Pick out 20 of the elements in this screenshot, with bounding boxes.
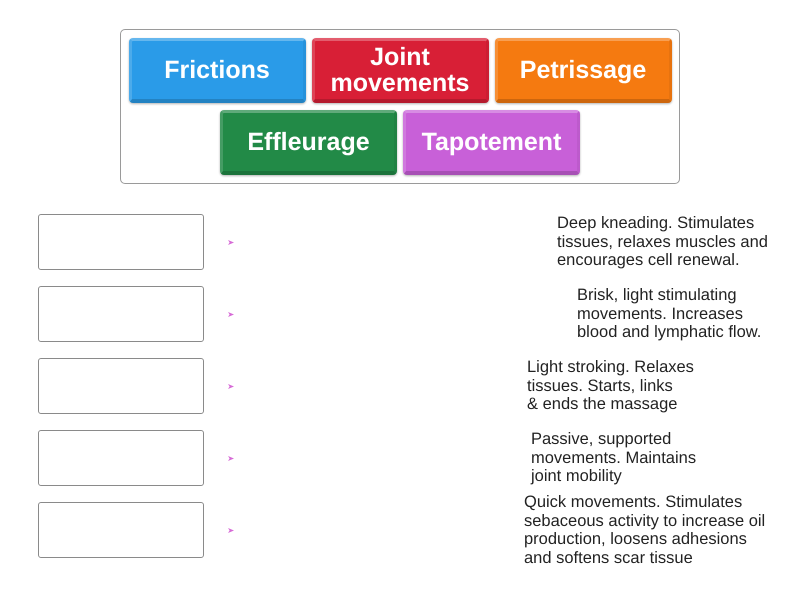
description-text: Quick movements. Stimulates sebaceous activity to increase oil production, loosens adhesions and softens scar tissue [524, 493, 766, 567]
description-text: Deep kneading. Stimulates tissues, relaxes muscles and encourages cell renewal. [557, 214, 768, 270]
answer-tile[interactable]: Petrissage [494, 38, 672, 103]
arrowhead-icon [228, 384, 234, 388]
arrowhead-icon [228, 312, 234, 316]
answer-box[interactable] [38, 286, 204, 342]
answer-box[interactable] [38, 214, 204, 270]
answer-tile[interactable]: Tapotement [403, 110, 580, 175]
answer-tile[interactable]: Joint movements [312, 38, 488, 103]
description-text: Passive, supported movements. Maintains joint mobility [531, 430, 696, 486]
answer-tile[interactable]: Effleurage [220, 110, 397, 175]
answer-box[interactable] [38, 358, 204, 414]
answer-box[interactable] [38, 430, 204, 486]
answer-tile[interactable]: Frictions [128, 38, 306, 103]
description-text: Brisk, light stimulating movements. Increases blood and lymphatic flow. [577, 286, 762, 342]
description-text: Light stroking. Relaxes tissues. Starts, links & ends the massage [527, 358, 694, 414]
arrowhead-icon [228, 528, 234, 532]
arrowhead-icon [228, 456, 234, 460]
arrowhead-icon [228, 240, 234, 244]
answer-box[interactable] [38, 502, 204, 558]
